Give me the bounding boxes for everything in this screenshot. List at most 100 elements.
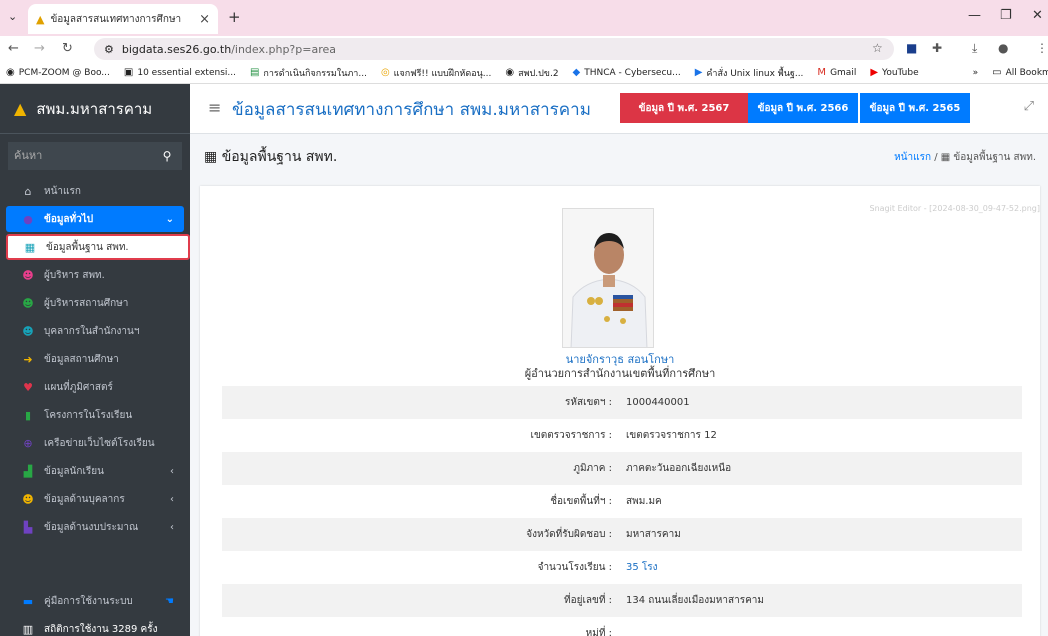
browser-tab[interactable]: ▲ ข้อมูลสารสนเทศทางการศึกษา ×	[28, 4, 218, 34]
page-title: ▦ ข้อมูลพื้นฐาน สพท.	[204, 149, 338, 165]
profile-avatar-icon[interactable]: ●	[998, 41, 1008, 55]
bookmark-item[interactable]: ◉ สพป.ปข.2	[505, 66, 558, 80]
bookmark-item[interactable]: ▶ คำสั่ง Unix linux พื้นฐ...	[695, 66, 804, 80]
chevron-left-icon: ‹	[170, 465, 174, 477]
site-info-icon[interactable]: ⚙	[104, 43, 114, 56]
chevron-down-icon: ⌄	[165, 213, 174, 225]
extension-icon[interactable]: ■	[906, 41, 917, 55]
sidebar-item-basic-info[interactable]: ▦ ข้อมูลพื้นฐาน สพท.	[6, 234, 190, 260]
all-bookmarks-button[interactable]: ▭All Bookmarks	[992, 67, 1048, 78]
row-value: 1000440001	[626, 397, 690, 408]
new-tab-icon[interactable]: +	[228, 8, 241, 26]
breadcrumb-current: ข้อมูลพื้นฐาน สพท.	[953, 152, 1036, 163]
users-icon: ☻	[22, 268, 34, 282]
minimize-icon[interactable]: —	[968, 8, 981, 23]
tab-title: ข้อมูลสารสนเทศทางการศึกษา	[50, 13, 182, 25]
terminal-icon: ▶	[694, 67, 703, 78]
arrow-circle-icon: ➜	[23, 352, 33, 366]
sidebar-item-schools[interactable]: ➜ ข้อมูลสถานศึกษา	[6, 346, 184, 372]
reload-icon[interactable]: ↻	[62, 41, 73, 56]
row-label: ชื่อเขตพื้นที่ฯ :	[550, 496, 612, 507]
table-row: จังหวัดที่รับผิดชอบ : มหาสารคาม	[222, 518, 1022, 551]
more-bookmarks-button[interactable]: »	[973, 68, 979, 78]
sidebar-item-executives[interactable]: ☻ ผู้บริหาร สพท.	[6, 262, 184, 288]
stats-icon: ▥	[22, 622, 34, 636]
search-input[interactable]: ค้นหา	[8, 142, 152, 170]
row-value: มหาสารคาม	[626, 529, 681, 540]
sidebar-item-map[interactable]: ♥ แผนที่ภูมิศาสตร์	[6, 374, 184, 400]
row-label: เขตตรวจราชการ :	[530, 430, 612, 441]
school-count-link[interactable]: 35 โรง	[620, 560, 1022, 575]
info-circle-icon: ●	[23, 212, 33, 226]
row-label: ภูมิภาค :	[573, 463, 612, 474]
year-2566-button[interactable]: ข้อมูล ปี พ.ศ. 2566	[748, 93, 858, 123]
search-button[interactable]: ⚲	[152, 142, 182, 170]
home-icon: ⌂	[24, 184, 32, 198]
breadcrumb: หน้าแรก / ▦ ข้อมูลพื้นฐาน สพท.	[894, 150, 1036, 165]
download-icon[interactable]: ⤓	[972, 41, 977, 56]
info-table: รหัสเขตฯ : 1000440001 เขตตรวจราชการ : เขตต…	[222, 386, 1022, 636]
users-icon: ☻	[22, 492, 34, 506]
bookmark-item[interactable]: ◆ THNCA - Cybersecu...	[573, 67, 681, 78]
close-window-icon[interactable]: ✕	[1032, 8, 1043, 23]
gmail-icon: M	[817, 67, 827, 78]
logo-icon: ▲	[14, 99, 27, 118]
sidebar-item-projects[interactable]: ▮ โครงการในโรงเรียน	[6, 402, 184, 428]
url-input[interactable]: ⚙ bigdata.ses26.go.th/index.php?p=area	[94, 38, 894, 60]
table-icon: ▦	[204, 149, 222, 165]
breadcrumb-separator: /	[934, 152, 938, 163]
hamburger-icon[interactable]: ≡	[208, 98, 221, 117]
sidebar-item-school-websites[interactable]: ⊕ เครือข่ายเว็บไซต์โรงเรียน	[6, 430, 184, 456]
fox-icon: ◎	[380, 67, 390, 78]
globe-icon: ◉	[505, 67, 515, 78]
sidebar-item-manual[interactable]: ▬ คู่มือการใช้งานระบบ ☚	[6, 588, 184, 614]
portrait-image	[563, 209, 653, 347]
extension-icon: ▣	[123, 67, 134, 78]
sidebar-item-school-executives[interactable]: ☻ ผู้บริหารสถานศึกษา	[6, 290, 184, 316]
watermark-text: Snagit Editor - [2024-08-30_09-47-52.png…	[869, 204, 1041, 213]
bookmark-item[interactable]: ▣ 10 essential extensi...	[124, 67, 236, 78]
forward-icon[interactable]: →	[34, 41, 45, 56]
table-icon: ▦	[940, 152, 951, 163]
row-label: จังหวัดที่รับผิดชอบ :	[526, 529, 612, 540]
sidebar-item-personnel[interactable]: ☻ ข้อมูลด้านบุคลากร ‹	[6, 486, 184, 512]
menu-kebab-icon[interactable]: ⋮	[1036, 41, 1048, 55]
sidebar-item-general[interactable]: ● ข้อมูลทั่วไป ⌄	[6, 206, 184, 232]
restore-icon[interactable]: ❐	[1000, 8, 1012, 23]
bookmark-item[interactable]: ◉ PCM-ZOOM @ Boo...	[6, 67, 110, 78]
bookmark-item[interactable]: ▤ การดำเนินกิจกรรมในภา...	[250, 66, 367, 80]
sidebar-item-office-staff[interactable]: ☻ บุคลากรในสำนักงานฯ	[6, 318, 184, 344]
chart-icon: ▟	[23, 464, 33, 478]
table-row: ที่อยู่เลขที่ : 134 ถนนเลี่ยงเมืองมหาสารค…	[222, 584, 1022, 617]
puzzle-icon[interactable]: ✚	[932, 41, 942, 55]
file-icon: ▮	[24, 408, 32, 422]
globe-icon: ◉	[6, 67, 15, 78]
breadcrumb-home[interactable]: หน้าแรก	[894, 152, 931, 163]
top-navbar: ≡ ข้อมูลสารสนเทศทางการศึกษา สพม.มหาสารคา…	[190, 84, 1048, 134]
sidebar-item-home[interactable]: ⌂ หน้าแรก	[6, 178, 184, 204]
bookmark-item[interactable]: ▶ YouTube	[870, 67, 918, 78]
year-2565-button[interactable]: ข้อมูล ปี พ.ศ. 2565	[860, 93, 970, 123]
bookmark-star-icon[interactable]: ☆	[872, 41, 883, 55]
brand-link[interactable]: ▲ สพม.มหาสารคาม	[0, 84, 190, 134]
doc-icon: ▤	[249, 67, 260, 78]
fullscreen-icon[interactable]: ⤢	[1024, 99, 1034, 114]
year-2567-button[interactable]: ข้อมูล ปี พ.ศ. 2567	[620, 93, 748, 123]
pointer-icon: ☚	[165, 595, 174, 607]
sidebar-search: ค้นหา ⚲	[8, 142, 182, 170]
browser-tab-bar: ⌄ ▲ ข้อมูลสารสนเทศทางการศึกษา × + — ❐ ✕	[0, 0, 1048, 36]
url-path: /index.php?p=area	[231, 42, 337, 56]
chevron-left-icon: ‹	[170, 493, 174, 505]
close-tab-icon[interactable]: ×	[199, 12, 210, 27]
sidebar-item-stats[interactable]: ▥ สถิติการใช้งาน 3289 ครั้ง	[6, 616, 184, 636]
tab-search-icon[interactable]: ⌄	[8, 10, 17, 23]
back-icon[interactable]: ←	[8, 41, 19, 56]
row-label: จำนวนโรงเรียน :	[537, 562, 612, 573]
sidebar-item-students[interactable]: ▟ ข้อมูลนักเรียน ‹	[6, 458, 184, 484]
row-value: เขตตรวจราชการ 12	[626, 430, 717, 441]
bookmark-item[interactable]: M Gmail	[817, 67, 856, 78]
row-label: รหัสเขตฯ :	[565, 397, 612, 408]
bookmark-item[interactable]: ◎ แจกฟรี!! แบบฝึกหัดอนุ...	[381, 66, 491, 80]
url-host: bigdata.ses26.go.th	[121, 42, 232, 56]
sidebar-item-budget[interactable]: ▙ ข้อมูลด้านงบประมาณ ‹	[6, 514, 184, 540]
